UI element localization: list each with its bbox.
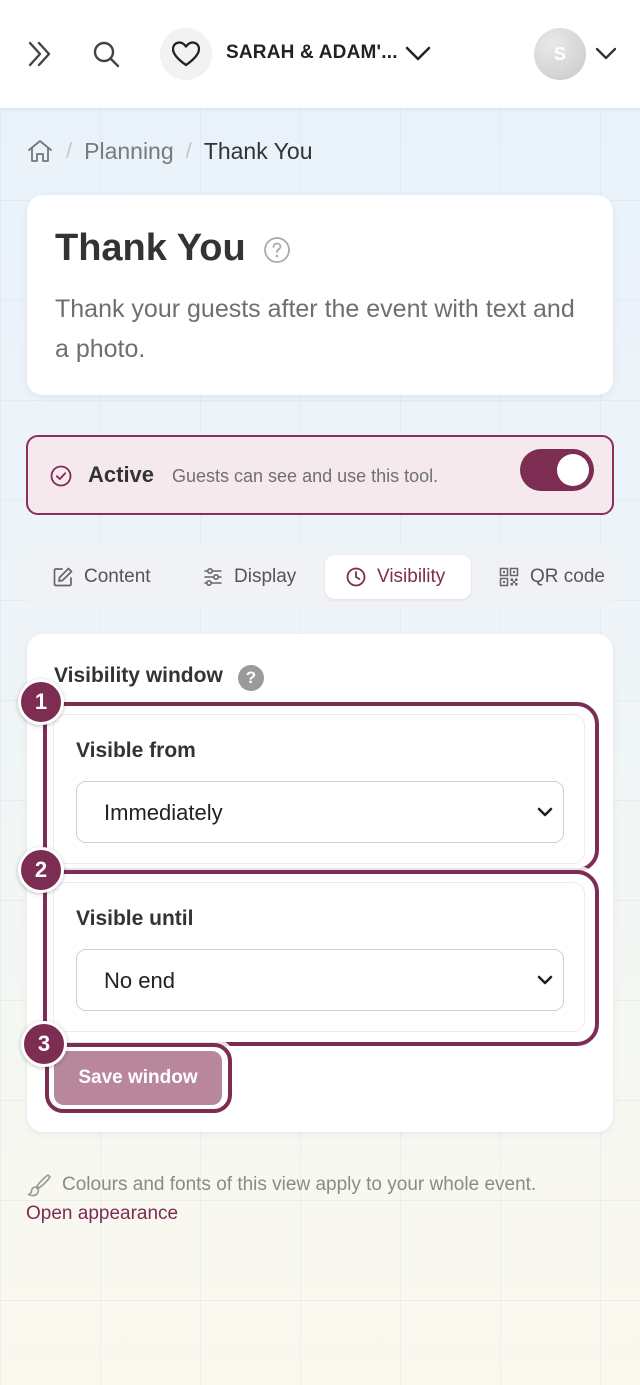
tab-display[interactable]: Display — [202, 555, 296, 599]
visible-from-select[interactable]: Immediately — [76, 781, 564, 843]
annotation-badge-1: 1 — [18, 679, 64, 725]
help-icon[interactable] — [263, 236, 291, 264]
search-icon[interactable] — [88, 36, 124, 72]
breadcrumb-separator: / — [66, 138, 73, 163]
sliders-icon — [204, 567, 222, 587]
visible-until-value: No end — [104, 968, 175, 993]
appearance-note: Colours and fonts of this view apply to … — [26, 1172, 536, 1198]
top-bar: SARAH & ADAM'... S — [0, 0, 640, 108]
breadcrumb: / Planning / Thank You — [26, 134, 313, 168]
visible-until-select[interactable]: No end — [76, 949, 564, 1011]
page-title: Thank You — [55, 227, 246, 269]
home-icon[interactable] — [26, 137, 54, 165]
page-description: Thank your guests after the event with t… — [55, 295, 575, 363]
save-window-button[interactable]: Save window — [54, 1051, 222, 1105]
event-selector-name[interactable]: SARAH & ADAM'... — [226, 42, 398, 64]
toggle-knob — [557, 454, 589, 486]
tab-label: QR code — [530, 566, 605, 587]
avatar[interactable]: S — [534, 28, 586, 80]
chevron-down-icon[interactable] — [402, 38, 434, 70]
clock-icon — [346, 567, 366, 587]
edit-icon — [53, 567, 73, 587]
heart-icon[interactable] — [160, 28, 212, 80]
appearance-note-text: Colours and fonts of this view apply to … — [62, 1174, 537, 1195]
help-icon[interactable]: ? — [238, 665, 264, 691]
tab-label: Visibility — [377, 566, 446, 587]
breadcrumb-separator: / — [185, 138, 192, 163]
check-circle-icon — [50, 465, 72, 487]
active-toggle[interactable] — [520, 449, 594, 491]
qr-icon — [499, 567, 519, 587]
tab-visibility[interactable]: Visibility — [325, 555, 471, 599]
page-header-card: Thank You Thank your guests after the ev… — [27, 195, 613, 395]
annotation-badge-2: 2 — [18, 847, 64, 893]
breadcrumb-current: Thank You — [203, 137, 313, 164]
visible-from-value: Immediately — [104, 800, 223, 825]
tab-bar: Content Display Visibility QR code — [26, 547, 614, 607]
tab-label: Content — [84, 566, 151, 587]
status-description: Guests can see and use this tool. — [172, 466, 439, 486]
visible-until-field: Visible until No end — [53, 882, 585, 1032]
chevron-down-icon — [533, 968, 557, 992]
brush-icon — [27, 1174, 51, 1197]
status-label: Active — [88, 462, 155, 487]
open-appearance-link[interactable]: Open appearance — [26, 1203, 178, 1225]
visible-from-label: Visible from — [76, 739, 196, 762]
expand-sidebar-icon[interactable] — [22, 36, 58, 72]
chevron-down-icon[interactable] — [590, 38, 622, 70]
visible-from-field: Visible from Immediately — [53, 714, 585, 864]
active-status-bar: Active Guests can see and use this tool. — [26, 435, 614, 515]
chevron-down-icon — [533, 800, 557, 824]
visible-until-label: Visible until — [76, 907, 194, 930]
tab-label: Display — [234, 566, 297, 587]
visibility-window-title: Visibility window — [54, 664, 223, 687]
tab-content[interactable]: Content — [52, 555, 151, 599]
breadcrumb-planning[interactable]: Planning — [84, 138, 174, 165]
tab-qr-code[interactable]: QR code — [498, 555, 605, 599]
annotation-badge-3: 3 — [21, 1021, 67, 1067]
